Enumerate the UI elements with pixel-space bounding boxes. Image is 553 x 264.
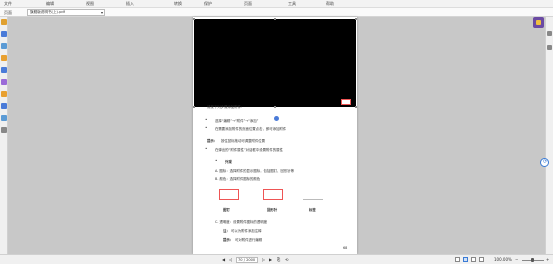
two-page-view-button[interactable]: [471, 257, 476, 262]
prev-page-icon[interactable]: ◁: [229, 257, 232, 262]
security-icon[interactable]: [1, 115, 7, 121]
tools-panel-icon[interactable]: [547, 45, 552, 50]
bullet-dot: •: [205, 125, 208, 130]
menu-tools[interactable]: 工具: [288, 1, 296, 7]
label-pin: 图钉: [223, 208, 230, 212]
ai-assistant-icon[interactable]: [533, 17, 544, 28]
toolbar: 页面 旗舰版说明书(上).pdf ▾: [0, 8, 553, 17]
clip-preview-box: [263, 189, 283, 200]
tag-preview-line: [303, 199, 323, 200]
zoom-slider-handle[interactable]: [531, 258, 534, 262]
cover-view-button[interactable]: [479, 257, 484, 262]
last-page-icon[interactable]: ▶: [269, 257, 272, 262]
note-label: 提示：: [207, 139, 218, 143]
resize-handle[interactable]: [274, 106, 276, 108]
rotate-icon[interactable]: ⟲: [285, 257, 288, 262]
settings-icon[interactable]: [1, 127, 7, 133]
resize-handle[interactable]: [274, 18, 276, 20]
bullet-2: 在需要添加附件的页面位置点击，即可添加附件: [215, 127, 287, 131]
bookmark-icon[interactable]: [1, 43, 7, 49]
page-number-input[interactable]: 70 / 2000: [236, 257, 258, 263]
resize-handle[interactable]: [355, 106, 357, 108]
menu-convert[interactable]: 转换: [174, 1, 182, 7]
menu-insert[interactable]: 插入: [126, 1, 134, 7]
sub1-text: 可以为附件添加注释: [231, 229, 262, 233]
label-clip: 回形针: [267, 208, 278, 212]
single-page-view-button[interactable]: [455, 257, 460, 262]
bullet-dot: •: [215, 158, 218, 163]
caption-top: 请按下列步骤添加附件：: [207, 105, 245, 109]
menu-help[interactable]: 帮助: [326, 1, 334, 7]
sub2-text: 可对附件进行编辑: [235, 238, 263, 242]
label-tag: 标签: [309, 208, 316, 212]
bullet-dot: •: [205, 117, 208, 122]
bullet-3: 在弹出的“附件属性”对话框中设置附件的属性: [215, 148, 283, 152]
menu-file[interactable]: 文件: [4, 1, 12, 7]
bullet-1: 选择“编辑”→“附件”→“添加”: [215, 119, 259, 123]
search-icon[interactable]: [1, 103, 7, 109]
next-page-icon[interactable]: ▷: [262, 257, 265, 262]
menu-page[interactable]: 页面: [244, 1, 252, 7]
page-image[interactable]: [193, 18, 357, 108]
attachment-icon: [274, 116, 279, 121]
zoom-in-icon[interactable]: +: [546, 257, 549, 262]
chevron-up-icon: ⟳: [543, 159, 548, 165]
item-c: C. 透明度：设置附件图标的透明度: [215, 220, 267, 224]
menu-protect[interactable]: 保护: [204, 1, 212, 7]
pdf-page: 请按下列步骤添加附件： • 选择“编辑”→“附件”→“添加” • 在需要添加附件…: [193, 17, 357, 254]
resize-handle[interactable]: [193, 106, 195, 108]
bullet-dot: •: [205, 146, 208, 151]
file-select-value: 旗舰版说明书(上).pdf: [30, 10, 65, 14]
section-title: 外观: [225, 160, 232, 164]
file-select[interactable]: 旗舰版说明书(上).pdf ▾: [27, 9, 105, 16]
thumbnail-icon[interactable]: [1, 31, 7, 37]
status-bar: ◀ ◁ 70 / 2000 ▷ ▶ ⎘ ⟲ 100.00% − +: [0, 254, 553, 264]
sub1-label: 注：: [223, 229, 230, 233]
resize-handle[interactable]: [193, 18, 195, 20]
pin-preview-box: [219, 189, 239, 200]
note-text: 按住鼠标拖动可调整附件位置: [221, 139, 266, 143]
properties-icon[interactable]: [547, 31, 552, 36]
resize-handle[interactable]: [355, 18, 357, 20]
signature-icon[interactable]: [1, 91, 7, 97]
zoom-out-icon[interactable]: −: [515, 257, 518, 262]
fit-page-icon[interactable]: ⎘: [277, 257, 280, 262]
item-a: A. 图标：选择附件的显示图标，包括图钉、回形针等: [215, 169, 295, 173]
toolbar-label: 页面: [4, 10, 12, 15]
menu-bar: 文件 编辑 视图 插入 转换 保护 页面 工具 帮助: [0, 0, 553, 8]
attachment-icon[interactable]: [1, 67, 7, 73]
item-b: B. 颜色：选择附件图标的颜色: [215, 177, 261, 181]
left-tool-sidebar: [0, 17, 8, 254]
highlight-box: [341, 99, 351, 105]
continuous-view-button[interactable]: [463, 257, 468, 262]
hand-tool-icon[interactable]: [1, 19, 7, 25]
right-sidebar: [545, 17, 553, 254]
layers-icon[interactable]: [1, 79, 7, 85]
scroll-to-top-button[interactable]: ⟳: [540, 158, 549, 167]
menu-edit[interactable]: 编辑: [46, 1, 54, 7]
chevron-down-icon: ▾: [100, 10, 103, 15]
zoom-level[interactable]: 100.00%: [494, 257, 512, 262]
menu-view[interactable]: 视图: [86, 1, 94, 7]
page-number: 68: [343, 246, 348, 250]
comment-icon[interactable]: [1, 55, 7, 61]
sub2-label: 提示：: [223, 238, 234, 242]
page-number-value: 70 / 2000: [238, 258, 256, 262]
first-page-icon[interactable]: ◀: [222, 257, 225, 262]
